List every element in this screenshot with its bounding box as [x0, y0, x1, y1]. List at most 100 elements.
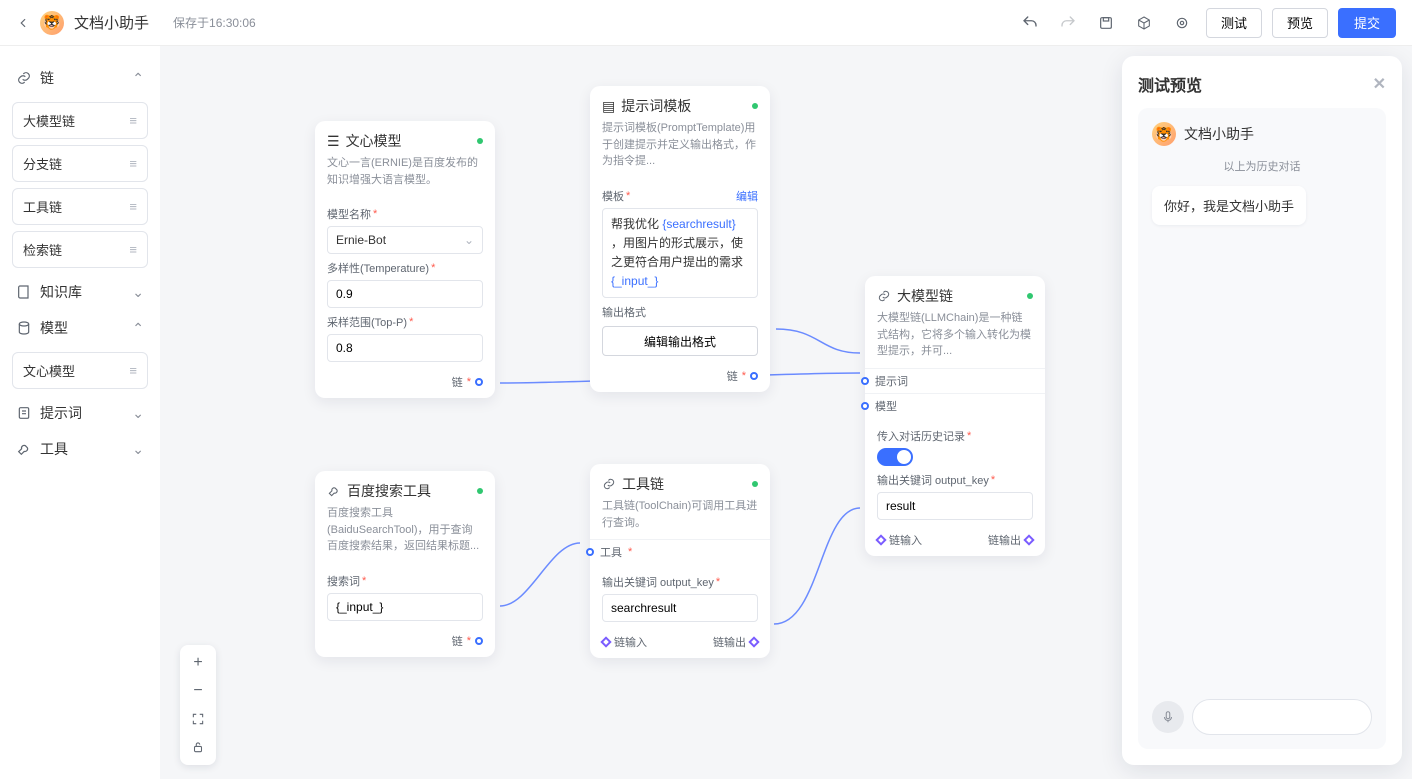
wrench-icon	[16, 441, 32, 457]
grip-icon: ≡	[129, 363, 137, 378]
node-desc: 提示词模板(PromptTemplate)用于创建提示并定义输出格式，作为指令提…	[590, 120, 770, 178]
preview-title: 测试预览	[1138, 72, 1202, 96]
settings-icon[interactable]	[1168, 9, 1196, 37]
sidebar-item-retrieval-chain[interactable]: 检索链≡	[12, 231, 148, 268]
zoom-controls: + −	[180, 645, 216, 765]
chevron-up-icon: ⌃	[132, 320, 144, 337]
sidebar-group-model[interactable]: 模型 ⌃	[10, 310, 150, 346]
port-diamond-icon	[600, 636, 611, 647]
port-diamond-icon	[748, 636, 759, 647]
input-port-tool[interactable]: 工具*	[590, 539, 770, 564]
search-term-input[interactable]	[327, 593, 483, 621]
output-port[interactable]: 链*	[315, 629, 495, 657]
doc-title: 文档小助手	[74, 12, 149, 33]
sidebar-item-branch-chain[interactable]: 分支链≡	[12, 145, 148, 182]
temperature-input[interactable]	[327, 280, 483, 308]
port-dot-icon	[586, 548, 594, 556]
node-body: 输出关键词 output_key*	[590, 564, 770, 630]
bot-identity: 🐯 文档小助手	[1152, 122, 1372, 146]
chat-input-row	[1152, 699, 1372, 735]
chevron-down-icon: ⌄	[132, 284, 144, 301]
sidebar-item-llm-chain[interactable]: 大模型链≡	[12, 102, 148, 139]
port-dot-icon	[861, 402, 869, 410]
output-port[interactable]: 链*	[590, 364, 770, 392]
fit-view-button[interactable]	[184, 705, 212, 733]
chain-in-port[interactable]: 链输入	[877, 532, 922, 548]
port-diamond-icon	[875, 534, 886, 545]
port-label: 链输出	[713, 634, 746, 650]
node-header: ☰ 文心模型	[315, 121, 495, 155]
sidebar-item-tool-chain[interactable]: 工具链≡	[12, 188, 148, 225]
node-llm-chain[interactable]: 大模型链 大模型链(LLMChain)是一种链式结构，它将多个输入转化为模型提示…	[865, 276, 1045, 556]
node-baidu-search[interactable]: 百度搜索工具 百度搜索工具(BaiduSearchTool)，用于查询百度搜索结…	[315, 471, 495, 657]
sidebar-group-tool[interactable]: 工具 ⌄	[10, 431, 150, 467]
port-label: 工具	[600, 544, 622, 560]
save-icon[interactable]	[1092, 9, 1120, 37]
status-dot-icon	[477, 138, 483, 144]
lock-button[interactable]	[184, 733, 212, 761]
sidebar-item-label: 工具链	[23, 197, 62, 216]
chain-in-port[interactable]: 链输入	[602, 634, 647, 650]
flow-canvas[interactable]: ☰ 文心模型 文心一言(ERNIE)是百度发布的知识增强大语言模型。 模型名称*…	[160, 46, 1112, 779]
status-dot-icon	[1027, 293, 1033, 299]
bot-message: 你好，我是文档小助手	[1152, 186, 1306, 225]
field-label: 模板*编辑	[602, 188, 758, 204]
undo-icon[interactable]	[1016, 9, 1044, 37]
output-key-input[interactable]	[877, 492, 1033, 520]
database-icon	[16, 320, 32, 336]
bot-name: 文档小助手	[1184, 124, 1254, 144]
sidebar-group-knowledge[interactable]: 知识库 ⌄	[10, 274, 150, 310]
topp-input[interactable]	[327, 334, 483, 362]
edit-template-link[interactable]: 编辑	[736, 188, 758, 204]
preview-panel: 测试预览 ✕ 🐯 文档小助手 以上为历史对话 你好，我是文档小助手	[1122, 56, 1402, 765]
redo-icon[interactable]	[1054, 9, 1082, 37]
node-header: 工具链	[590, 464, 770, 498]
wrench-icon	[327, 484, 341, 498]
status-dot-icon	[477, 488, 483, 494]
sidebar-label: 工具	[40, 439, 68, 459]
grip-icon: ≡	[129, 156, 137, 171]
node-desc: 工具链(ToolChain)可调用工具进行查询。	[590, 498, 770, 539]
bot-avatar-icon: 🐯	[40, 11, 64, 35]
back-icon[interactable]	[16, 16, 30, 30]
node-body: 传入对话历史记录* 输出关键词 output_key*	[865, 418, 1045, 528]
output-port[interactable]: 链*	[315, 370, 495, 398]
note-icon	[16, 405, 32, 421]
node-title: 工具链	[622, 474, 664, 494]
submit-button[interactable]: 提交	[1338, 8, 1396, 38]
chat-input[interactable]	[1192, 699, 1372, 735]
book-icon	[16, 284, 32, 300]
sidebar-item-wenxin-model[interactable]: 文心模型 ≡	[12, 352, 148, 389]
input-port-prompt[interactable]: 提示词	[865, 368, 1045, 393]
zoom-out-button[interactable]: −	[184, 677, 212, 705]
input-port-model[interactable]: 模型	[865, 393, 1045, 418]
close-icon[interactable]: ✕	[1373, 74, 1386, 94]
chain-out-port[interactable]: 链输出	[713, 634, 758, 650]
node-desc: 文心一言(ERNIE)是百度发布的知识增强大语言模型。	[315, 155, 495, 196]
node-prompt-template[interactable]: ▤ 提示词模板 提示词模板(PromptTemplate)用于创建提示并定义输出…	[590, 86, 770, 392]
test-button[interactable]: 测试	[1206, 8, 1262, 38]
chain-out-port[interactable]: 链输出	[988, 532, 1033, 548]
cube-icon[interactable]	[1130, 9, 1158, 37]
sidebar-group-chain[interactable]: 链 ⌃	[10, 60, 150, 96]
mic-icon[interactable]	[1152, 701, 1184, 733]
sidebar-item-label: 文心模型	[23, 361, 75, 380]
preview-button[interactable]: 预览	[1272, 8, 1328, 38]
zoom-in-button[interactable]: +	[184, 649, 212, 677]
node-tool-chain[interactable]: 工具链 工具链(ToolChain)可调用工具进行查询。 工具* 输出关键词 o…	[590, 464, 770, 658]
field-label: 输出关键词 output_key*	[602, 574, 758, 590]
port-dot-icon	[750, 372, 758, 380]
model-select[interactable]: Ernie-Bot⌄	[327, 226, 483, 254]
sidebar-label: 模型	[40, 318, 68, 338]
field-label: 传入对话历史记录*	[877, 428, 1033, 444]
history-toggle[interactable]	[877, 448, 913, 466]
template-textarea[interactable]: 帮我优化 {searchresult} ，用图片的形式展示，使之更符合用户提出的…	[602, 208, 758, 299]
sidebar-group-prompt[interactable]: 提示词 ⌄	[10, 395, 150, 431]
output-key-input[interactable]	[602, 594, 758, 622]
link-icon	[602, 477, 616, 491]
grip-icon: ≡	[129, 242, 137, 257]
port-label: 模型	[875, 398, 897, 414]
history-separator: 以上为历史对话	[1152, 158, 1372, 174]
node-wenxin-model[interactable]: ☰ 文心模型 文心一言(ERNIE)是百度发布的知识增强大语言模型。 模型名称*…	[315, 121, 495, 398]
edit-output-format-button[interactable]: 编辑输出格式	[602, 326, 758, 356]
